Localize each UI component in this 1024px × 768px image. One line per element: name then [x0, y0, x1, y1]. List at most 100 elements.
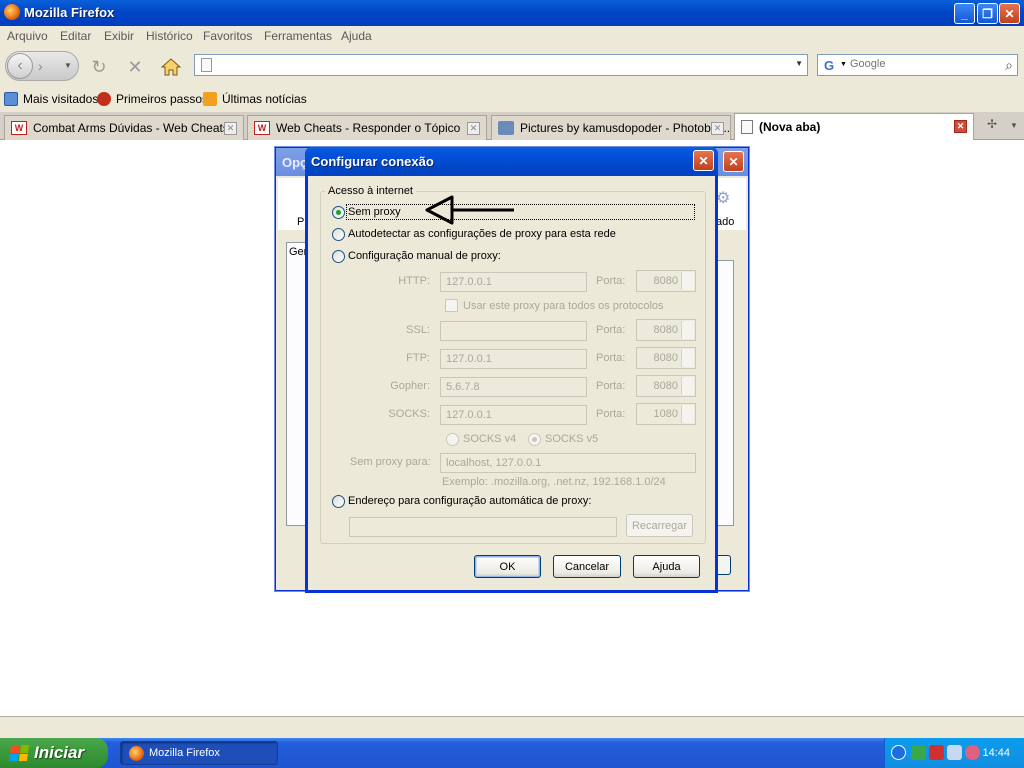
close-tab-icon[interactable]: ✕ [224, 122, 237, 135]
bookmark-mais-visitados[interactable]: Mais visitados [4, 92, 98, 106]
stop-icon[interactable]: ✕ [124, 56, 146, 78]
page-icon [201, 58, 212, 72]
auto-config-radio[interactable] [332, 495, 345, 508]
options-title: Opç [282, 155, 308, 170]
home-icon[interactable] [160, 56, 182, 78]
socks-host-field[interactable]: 127.0.0.1 [440, 405, 587, 425]
menu-arquivo[interactable]: Arquivo [7, 29, 48, 43]
cancel-button[interactable]: Cancelar [553, 555, 621, 578]
bookmark-primeiros-passos[interactable]: Primeiros passos [97, 92, 208, 106]
menu-ferramentas[interactable]: Ferramentas [264, 29, 332, 43]
messenger-icon[interactable] [947, 745, 962, 760]
taskbar: Iniciar Mozilla Firefox 14:44 [0, 738, 1024, 768]
http-port-stepper[interactable]: 8080 [636, 270, 696, 292]
dialog-close-button[interactable]: ✕ [693, 150, 714, 171]
close-tab-icon[interactable]: ✕ [467, 122, 480, 135]
no-proxy-radio[interactable] [332, 206, 345, 219]
no-proxy-for-field[interactable]: localhost, 127.0.0.1 [440, 453, 696, 473]
ftp-port-label: Porta: [596, 352, 626, 364]
auto-config-url-field[interactable] [349, 517, 617, 537]
back-button[interactable]: ‹ [7, 53, 33, 79]
menu-editar[interactable]: Editar [60, 29, 91, 43]
history-dropdown-icon[interactable]: ▼ [64, 61, 72, 70]
restore-button[interactable]: ❐ [977, 3, 998, 24]
page-icon [741, 120, 753, 134]
menu-bar: Arquivo Editar Exibir Histórico Favorito… [0, 26, 1024, 46]
security-shield-icon[interactable] [929, 745, 944, 760]
show-hidden-icons[interactable] [891, 745, 906, 760]
photobucket-icon [498, 121, 514, 135]
tray-app-icon[interactable] [965, 745, 980, 760]
manual-proxy-radio[interactable] [332, 250, 345, 263]
tabs-dropdown-icon[interactable]: ▼ [1010, 121, 1018, 130]
gopher-port-stepper[interactable]: 8080 [636, 375, 696, 397]
minimize-button[interactable]: _ [954, 3, 975, 24]
url-dropdown-icon[interactable]: ▼ [795, 59, 803, 68]
autodetect-label[interactable]: Autodetectar as configurações de proxy p… [348, 228, 616, 240]
start-button[interactable]: Iniciar [0, 738, 108, 768]
manual-proxy-label[interactable]: Configuração manual de proxy: [348, 250, 501, 262]
search-icon[interactable]: ⌕ [1005, 57, 1013, 74]
google-icon[interactable]: G [820, 57, 838, 73]
firefox-icon [4, 4, 20, 20]
socks-v4-radio[interactable] [446, 433, 459, 446]
socks-port-stepper[interactable]: 1080 [636, 403, 696, 425]
ftp-host-field[interactable]: 127.0.0.1 [440, 349, 587, 369]
tab-nova-aba[interactable]: (Nova aba) ✕ [734, 113, 974, 140]
tab-label: Combat Arms Dúvidas - Web Cheats [33, 121, 229, 135]
close-tab-icon[interactable]: ✕ [954, 120, 967, 133]
socks-port-label: Porta: [596, 408, 626, 420]
ssl-port-stepper[interactable]: 8080 [636, 319, 696, 341]
webcheats-icon: W [254, 121, 270, 135]
socks-v5-radio[interactable] [528, 433, 541, 446]
tab-label: (Nova aba) [759, 120, 821, 134]
forward-button[interactable]: › [38, 58, 43, 74]
bookmark-ultimas-noticias[interactable]: Últimas notícias [203, 92, 307, 106]
dialog-title: Configurar conexão [311, 154, 434, 169]
help-button[interactable]: Ajuda [633, 555, 700, 578]
auto-config-label[interactable]: Endereço para configuração automática de… [348, 495, 591, 507]
options-close-button[interactable]: ✕ [723, 151, 744, 172]
start-label: Iniciar [34, 743, 85, 762]
reload-icon[interactable]: ↻ [88, 56, 110, 78]
list-all-tabs-icon[interactable]: ✢ [987, 117, 997, 131]
tab-photobucket[interactable]: Pictures by kamusdopoder - Photobuc... ✕ [491, 115, 731, 140]
gopher-host-field[interactable]: 5.6.7.8 [440, 377, 587, 397]
tab-web-cheats[interactable]: W Web Cheats - Responder o Tópico ✕ [247, 115, 487, 140]
ssl-host-field[interactable] [440, 321, 587, 341]
menu-favoritos[interactable]: Favoritos [203, 29, 252, 43]
network-icon[interactable] [911, 745, 926, 760]
url-bar[interactable]: ▼ [194, 54, 808, 76]
socks-v4-label[interactable]: SOCKS v4 [463, 433, 516, 445]
bookmark-label: Últimas notícias [222, 92, 307, 106]
gear-icon: ⚙ [716, 190, 731, 207]
menu-historico[interactable]: Histórico [146, 29, 193, 43]
search-bar[interactable]: G ▼ ⌕ [817, 54, 1018, 76]
reload-button[interactable]: Recarregar [626, 514, 693, 537]
ok-button[interactable]: OK [474, 555, 541, 578]
close-window-button[interactable]: ✕ [999, 3, 1020, 24]
close-tab-icon[interactable]: ✕ [711, 122, 724, 135]
ftp-port-stepper[interactable]: 8080 [636, 347, 696, 369]
tab-bar: W Combat Arms Dúvidas - Web Cheats ✕ W W… [0, 112, 1024, 140]
tab-combat-arms[interactable]: W Combat Arms Dúvidas - Web Cheats ✕ [4, 115, 244, 140]
menu-ajuda[interactable]: Ajuda [341, 29, 372, 43]
webcheats-icon: W [11, 121, 27, 135]
options-pane-label[interactable]: ado [716, 216, 734, 228]
search-engine-dropdown-icon[interactable]: ▼ [840, 61, 847, 68]
url-input[interactable] [219, 57, 779, 73]
http-host-field[interactable]: 127.0.0.1 [440, 272, 587, 292]
same-proxy-checkbox[interactable] [445, 299, 458, 312]
bookmarks-toolbar: Mais visitados Primeiros passos Últimas … [0, 86, 1024, 112]
folder-icon [4, 92, 18, 106]
http-label: HTTP: [398, 275, 430, 287]
taskbar-firefox[interactable]: Mozilla Firefox [120, 741, 278, 765]
search-input[interactable] [850, 58, 990, 70]
menu-exibir[interactable]: Exibir [104, 29, 134, 43]
no-proxy-for-label: Sem proxy para: [350, 456, 431, 468]
no-proxy-label[interactable]: Sem proxy [346, 204, 695, 220]
firefox-red-icon [97, 92, 111, 106]
autodetect-radio[interactable] [332, 228, 345, 241]
socks-v5-label[interactable]: SOCKS v5 [545, 433, 598, 445]
same-proxy-label: Usar este proxy para todos os protocolos [463, 300, 664, 312]
